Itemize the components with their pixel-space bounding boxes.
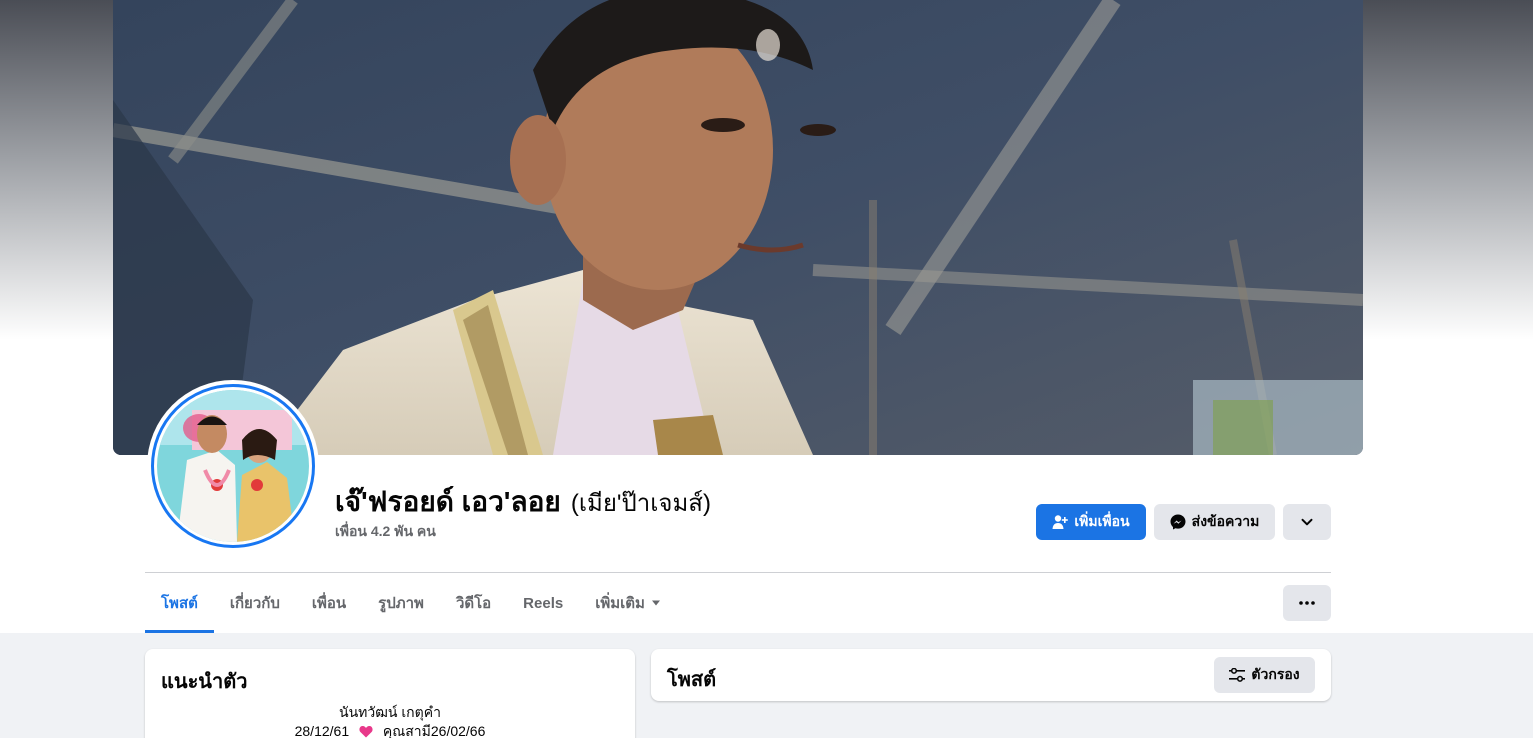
profile-alternate-name: (เมีย'ป๊าเจมส์) bbox=[570, 490, 711, 517]
heart-icon bbox=[359, 725, 373, 738]
profile-name: เจ๊'ฟรอยด์ เอว'ลอย bbox=[335, 486, 561, 517]
message-label: ส่งข้อความ bbox=[1191, 513, 1260, 529]
filter-button[interactable]: ตัวกรอง bbox=[1214, 657, 1315, 693]
tab-label: วิดีโอ bbox=[455, 595, 492, 612]
add-friend-label: เพิ่มเพื่อน bbox=[1074, 513, 1130, 529]
tab-label: รูปภาพ bbox=[378, 595, 424, 612]
bio-line-1: นันทวัฒน์ เกตุคำ bbox=[339, 704, 441, 720]
tab-reels[interactable]: Reels bbox=[507, 573, 579, 633]
tab-about[interactable]: เกี่ยวกับ bbox=[214, 573, 296, 633]
intro-card: แนะนำตัว นันทวัฒน์ เกตุคำ 28/12/61 คุณสา… bbox=[145, 649, 635, 738]
profile-name-row: เจ๊'ฟรอยด์ เอว'ลอย (เมีย'ป๊าเจมส์) bbox=[335, 480, 711, 524]
tab-label: โพสต์ bbox=[161, 595, 198, 612]
chevron-down-icon bbox=[1300, 515, 1314, 529]
avatar-photo bbox=[157, 390, 309, 542]
intro-bio: นันทวัฒน์ เกตุคำ 28/12/61 คุณสามี26/02/6… bbox=[145, 703, 635, 738]
more-options-button[interactable] bbox=[1283, 585, 1331, 621]
tab-posts[interactable]: โพสต์ bbox=[145, 573, 214, 633]
sliders-icon bbox=[1229, 668, 1246, 682]
friends-count[interactable]: เพื่อน 4.2 พัน คน bbox=[335, 521, 436, 543]
tab-label: เกี่ยวกับ bbox=[229, 595, 280, 612]
tab-label: Reels bbox=[523, 594, 564, 612]
intro-title: แนะนำตัว bbox=[161, 671, 248, 693]
caret-down-icon bbox=[651, 599, 661, 607]
bio-date-left: 28/12/61 bbox=[294, 723, 350, 738]
messenger-icon bbox=[1170, 514, 1186, 530]
add-friend-button[interactable]: เพิ่มเพื่อน bbox=[1036, 504, 1146, 540]
cover-photo[interactable] bbox=[113, 0, 1363, 455]
tab-label: เพิ่มเติม bbox=[595, 595, 645, 612]
bio-line-2: 28/12/61 คุณสามี26/02/66 bbox=[145, 722, 635, 738]
bio-date-right: คุณสามี26/02/66 bbox=[382, 723, 486, 738]
avatar-ring bbox=[151, 384, 315, 548]
profile-avatar[interactable] bbox=[147, 380, 319, 552]
person-plus-icon bbox=[1052, 514, 1069, 530]
tab-friends[interactable]: เพื่อน bbox=[296, 573, 362, 633]
profile-options-dropdown[interactable] bbox=[1283, 504, 1331, 540]
profile-tabs: โพสต์ เกี่ยวกับ เพื่อน รูปภาพ วิดีโอ Ree… bbox=[145, 573, 677, 633]
posts-title: โพสต์ bbox=[667, 669, 717, 691]
tab-photos[interactable]: รูปภาพ bbox=[362, 573, 440, 633]
filter-label: ตัวกรอง bbox=[1251, 666, 1300, 682]
tab-more[interactable]: เพิ่มเติม bbox=[579, 573, 677, 633]
tab-videos[interactable]: วิดีโอ bbox=[440, 573, 507, 633]
message-button[interactable]: ส่งข้อความ bbox=[1154, 504, 1275, 540]
tab-label: เพื่อน bbox=[311, 595, 347, 612]
ellipsis-icon bbox=[1299, 601, 1315, 605]
